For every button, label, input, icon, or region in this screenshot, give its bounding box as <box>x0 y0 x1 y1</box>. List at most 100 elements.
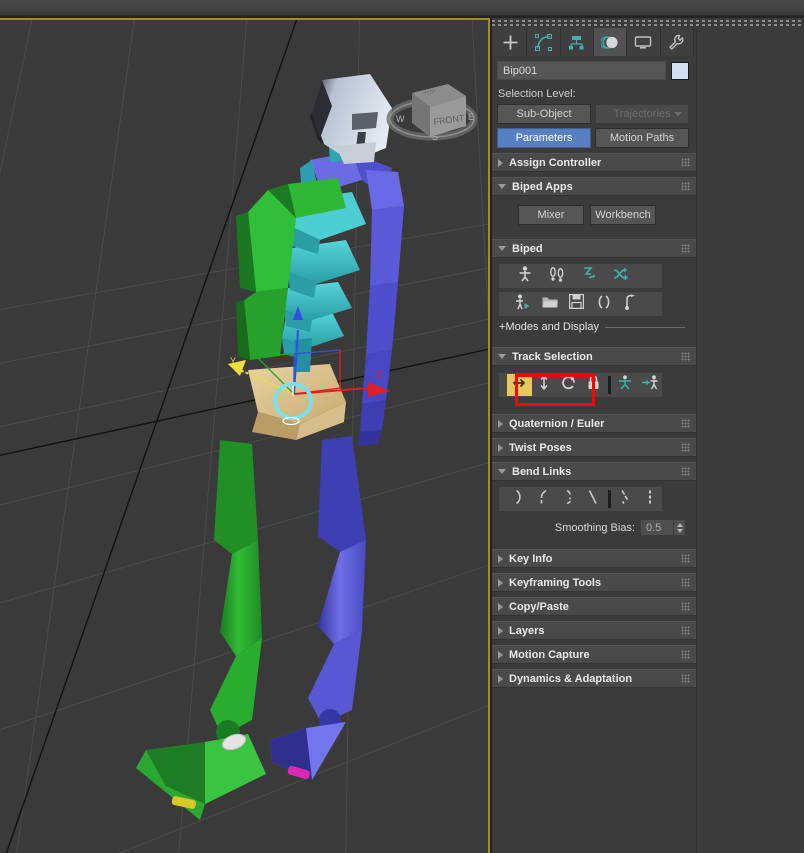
smooth-twist-mode-button[interactable] <box>581 488 606 510</box>
smoothing-bias-row: Smoothing Bias: 0.5 <box>492 515 696 538</box>
viewcube-west-label: W <box>396 114 405 124</box>
tab-create[interactable] <box>494 28 528 56</box>
toolbar-separator <box>607 376 611 394</box>
convert-button[interactable] <box>590 293 617 315</box>
motion-wheel-icon <box>601 34 619 51</box>
opposite-tracks-button[interactable] <box>637 374 662 396</box>
body-vertical-button[interactable] <box>532 374 557 396</box>
object-name-field[interactable] <box>497 61 666 80</box>
symmetrical-tracks-button[interactable] <box>613 374 638 396</box>
rollout-header-key-info[interactable]: Key Info <box>492 549 696 568</box>
biped-playback-icon <box>515 294 531 315</box>
tab-modify[interactable] <box>527 28 561 56</box>
tab-motion[interactable] <box>593 28 628 56</box>
zero-all-button[interactable] <box>637 488 662 510</box>
bend-links-mode-button[interactable] <box>507 488 532 510</box>
biped-playback-button[interactable] <box>509 293 536 315</box>
rollout-keyframing-tools: Keyframing Tools <box>492 573 696 592</box>
save-file-button[interactable] <box>563 293 590 315</box>
lock-com-keying-button[interactable] <box>581 374 606 396</box>
spinner-up-arrow-icon[interactable] <box>676 522 683 527</box>
divider-rule <box>605 326 685 328</box>
rollout-header-motion-capture[interactable]: Motion Capture <box>492 645 696 664</box>
motion-paths-button[interactable]: Motion Paths <box>595 128 689 148</box>
rollout-header-keyframing-tools[interactable]: Keyframing Tools <box>492 573 696 592</box>
panel-drag-grip[interactable] <box>492 18 804 28</box>
rollout-header-quaternion-euler[interactable]: Quaternion / Euler <box>492 414 696 433</box>
smoothing-bias-value[interactable]: 0.5 <box>641 522 673 534</box>
chevron-right-icon <box>498 419 503 428</box>
tab-display[interactable] <box>627 28 661 56</box>
move-all-mode-icon <box>623 293 638 315</box>
rollout-title: Quaternion / Euler <box>509 417 605 430</box>
rollout-header-biped[interactable]: Biped <box>492 239 696 258</box>
spinner-arrows[interactable] <box>673 520 685 535</box>
chevron-right-icon <box>498 626 503 635</box>
viewcube-east-label: E <box>468 112 474 122</box>
trajectories-button[interactable]: Trajectories <box>595 104 689 124</box>
mixer-button[interactable]: Mixer <box>518 205 584 225</box>
grip-dots-icon <box>681 182 690 191</box>
modes-and-display-line[interactable]: + Modes and Display <box>492 320 696 336</box>
motion-flow-mode-button[interactable] <box>573 265 605 287</box>
rollout-biped-apps: Biped Apps Mixer Workbench <box>492 177 696 234</box>
active-viewport-frame[interactable]: X Y W S E FRONT TOP <box>0 18 490 853</box>
modify-curve-icon <box>534 33 552 51</box>
mixer-mode-button[interactable] <box>605 265 637 287</box>
chevron-down-icon <box>498 469 506 474</box>
twist-individual-icon <box>563 489 575 510</box>
sub-object-button[interactable]: Sub-Object <box>497 104 591 124</box>
rollout-layers: Layers <box>492 621 696 640</box>
rollout-header-layers[interactable]: Layers <box>492 621 696 640</box>
body-rotation-button[interactable] <box>556 374 581 396</box>
grip-dots-icon <box>681 467 690 476</box>
lock-icon <box>587 375 600 395</box>
parameters-button[interactable]: Parameters <box>497 128 591 148</box>
rollout-header-copy-paste[interactable]: Copy/Paste <box>492 597 696 616</box>
grip-dots-icon <box>681 626 690 635</box>
twist-links-mode-button[interactable] <box>532 488 557 510</box>
command-panel: Selection Level: Sub-Object Trajectories… <box>492 18 804 853</box>
zero-twist-button[interactable] <box>613 488 638 510</box>
twist-link-icon <box>538 489 550 510</box>
spinner-down-arrow-icon[interactable] <box>676 528 683 533</box>
bend-curve-icon <box>513 489 525 510</box>
load-file-button[interactable] <box>536 293 563 315</box>
biped-file-row <box>499 292 662 316</box>
rollout-header-twist-poses[interactable]: Twist Poses <box>492 438 696 457</box>
rollout-header-assign-controller[interactable]: Assign Controller <box>492 153 696 172</box>
rollout-track-selection: Track Selection <box>492 347 696 409</box>
object-name-row <box>492 56 696 82</box>
figure-mode-icon <box>518 265 532 287</box>
rollout-assign-controller: Assign Controller <box>492 153 696 172</box>
chevron-right-icon <box>498 554 503 563</box>
rollout-header-bend-links[interactable]: Bend Links <box>492 462 696 481</box>
rollout-copy-paste: Copy/Paste <box>492 597 696 616</box>
chevron-down-icon <box>498 246 506 251</box>
tab-hierarchy[interactable] <box>560 28 594 56</box>
rollout-header-biped-apps[interactable]: Biped Apps <box>492 177 696 196</box>
figure-mode-button[interactable] <box>509 265 541 287</box>
rollout-twist-poses: Twist Poses <box>492 438 696 457</box>
rollout-title: Track Selection <box>512 350 593 363</box>
tab-utilities[interactable] <box>660 28 694 56</box>
smoothing-bias-spinner[interactable]: 0.5 <box>640 519 686 536</box>
rollout-header-dynamics-adaptation[interactable]: Dynamics & Adaptation <box>492 669 696 688</box>
body-horizontal-button[interactable] <box>507 374 532 396</box>
body-vertical-icon <box>538 374 550 396</box>
rollout-header-track-selection[interactable]: Track Selection <box>492 347 696 366</box>
command-panel-tabs <box>492 28 696 56</box>
chevron-right-icon <box>498 674 503 683</box>
perspective-viewport[interactable]: X Y W S E FRONT TOP <box>0 20 488 853</box>
modes-and-display-label: Modes and Display <box>505 321 599 333</box>
twist-individual-button[interactable] <box>556 488 581 510</box>
object-color-swatch[interactable] <box>671 61 689 80</box>
footstep-mode-button[interactable] <box>541 265 573 287</box>
workbench-button[interactable]: Workbench <box>590 205 656 225</box>
move-all-mode-button[interactable] <box>617 293 644 315</box>
rollout-title: Bend Links <box>512 465 572 478</box>
rollout-title: Biped Apps <box>512 180 573 193</box>
chevron-right-icon <box>498 158 503 167</box>
chevron-right-icon <box>498 443 503 452</box>
bend-links-row <box>499 487 662 511</box>
